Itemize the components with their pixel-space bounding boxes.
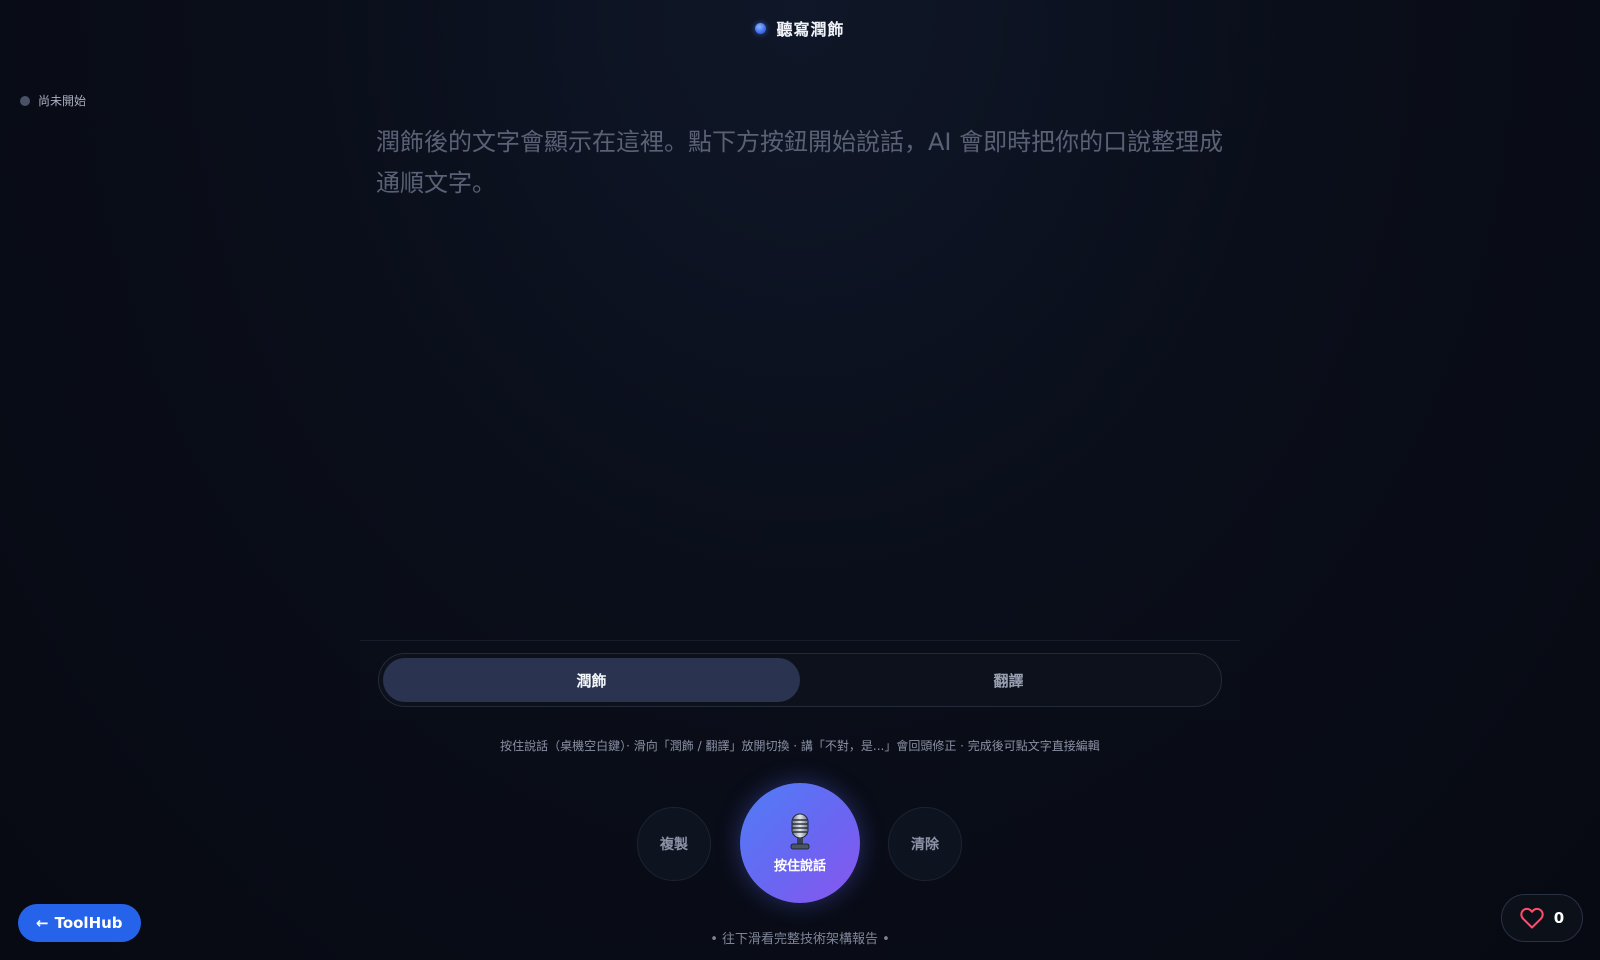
toolhub-back-button[interactable]: ← ToolHub xyxy=(18,904,141,942)
usage-hint: 按住說話（桌機空白鍵）· 滑向「潤飾 / 翻譯」放開切換 · 講「不對，是...… xyxy=(500,739,1100,753)
output-text-area[interactable]: 潤飾後的文字會顯示在這裡。點下方按鈕開始說話，AI 會即時把你的口說整理成通順文… xyxy=(376,122,1226,204)
scroll-hint[interactable]: • 往下滑看完整技術架構報告 • xyxy=(0,928,1600,947)
tab-polish[interactable]: 潤飾 xyxy=(383,658,800,702)
tab-translate[interactable]: 翻譯 xyxy=(800,658,1217,702)
like-button[interactable]: 0 xyxy=(1501,894,1583,942)
header-status-dot xyxy=(755,22,767,34)
copy-button[interactable]: 複製 xyxy=(637,807,711,881)
app-page: 聽寫潤飾 尚未開始 潤飾後的文字會顯示在這裡。點下方按鈕開始說話，AI 會即時把… xyxy=(0,0,1600,960)
push-to-talk-button[interactable]: 按住說話 xyxy=(740,783,860,903)
heart-icon xyxy=(1520,907,1544,929)
mode-toggle: 潤飾 翻譯 xyxy=(378,653,1222,707)
arrow-left-icon: ← xyxy=(36,914,49,932)
microphone-icon xyxy=(790,813,810,849)
status-text: 尚未開始 xyxy=(38,94,87,108)
push-to-talk-label: 按住說話 xyxy=(773,858,826,874)
like-count: 0 xyxy=(1553,909,1565,927)
app-header: 聽寫潤飾 xyxy=(0,16,1600,40)
app-title: 聽寫潤飾 xyxy=(776,20,845,39)
clear-button[interactable]: 清除 xyxy=(888,807,962,881)
toolhub-label: ToolHub xyxy=(54,914,123,932)
status-dot xyxy=(20,95,30,106)
status-indicator: 尚未開始 xyxy=(20,92,86,109)
